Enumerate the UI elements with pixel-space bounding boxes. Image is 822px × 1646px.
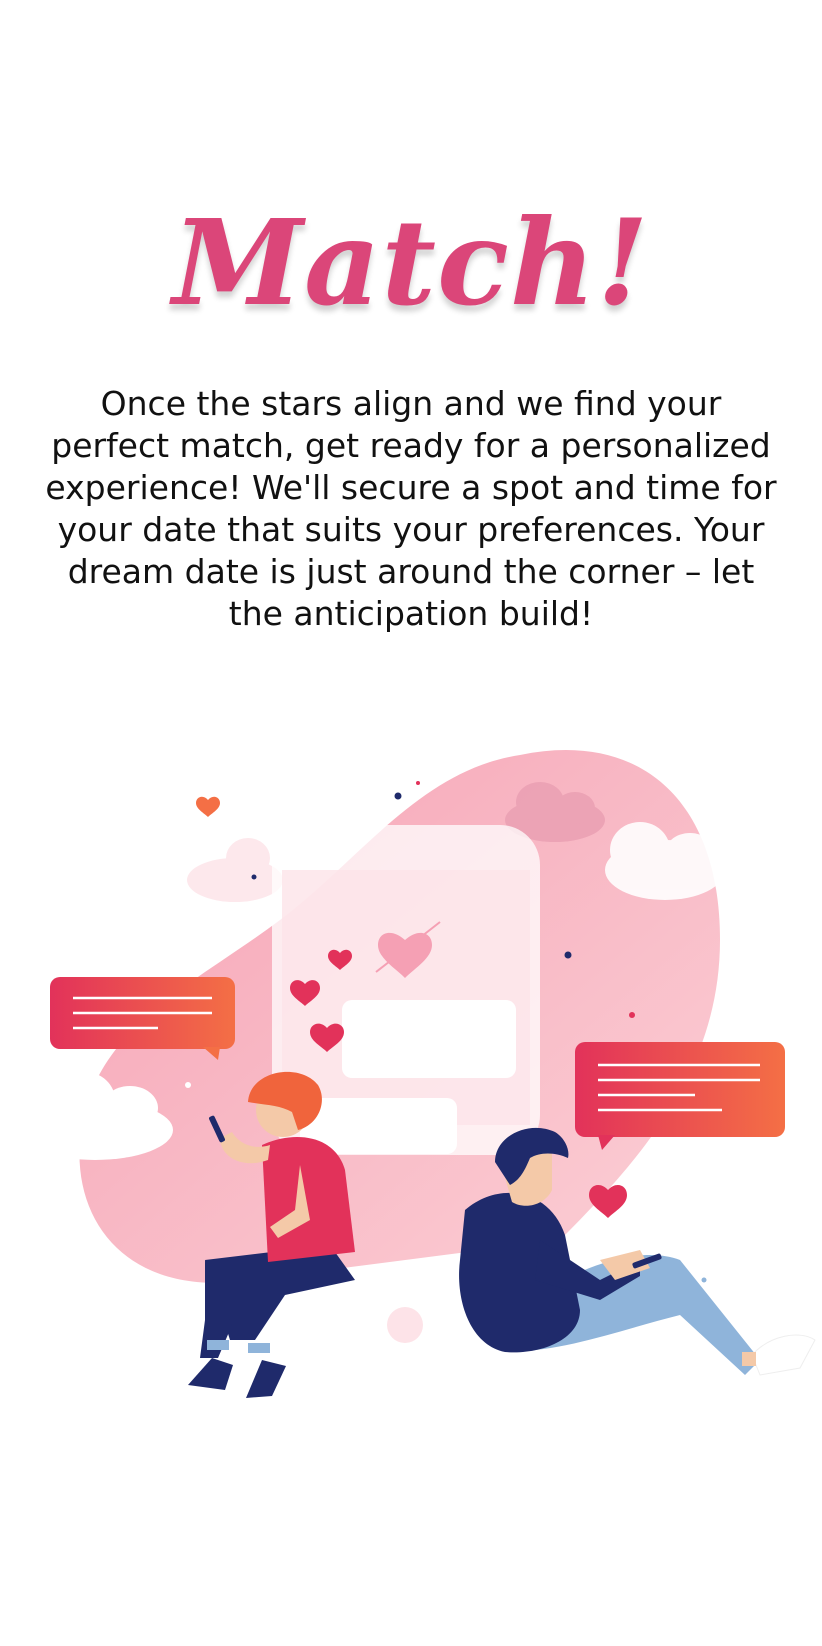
heart-icon xyxy=(196,796,220,817)
illustration-svg xyxy=(17,750,816,1398)
match-description: Once the stars align and we find your pe… xyxy=(45,384,777,633)
decor-dot xyxy=(185,1082,191,1088)
decor-dot xyxy=(416,781,420,785)
chat-bubble-right xyxy=(575,1042,785,1150)
decor-dot xyxy=(564,951,572,959)
chat-bubble-left xyxy=(50,977,235,1060)
decor-dot xyxy=(251,874,257,880)
couple-chatting-illustration xyxy=(0,740,822,1440)
decor-dot xyxy=(701,1277,707,1283)
man-figure xyxy=(459,1127,816,1376)
decor-dot xyxy=(629,1012,635,1018)
decor-dot xyxy=(394,792,402,800)
decor-circle xyxy=(387,1307,423,1343)
heart-icon xyxy=(589,1184,627,1218)
page-title: Match! xyxy=(172,193,650,333)
cloud-icon xyxy=(187,838,283,902)
